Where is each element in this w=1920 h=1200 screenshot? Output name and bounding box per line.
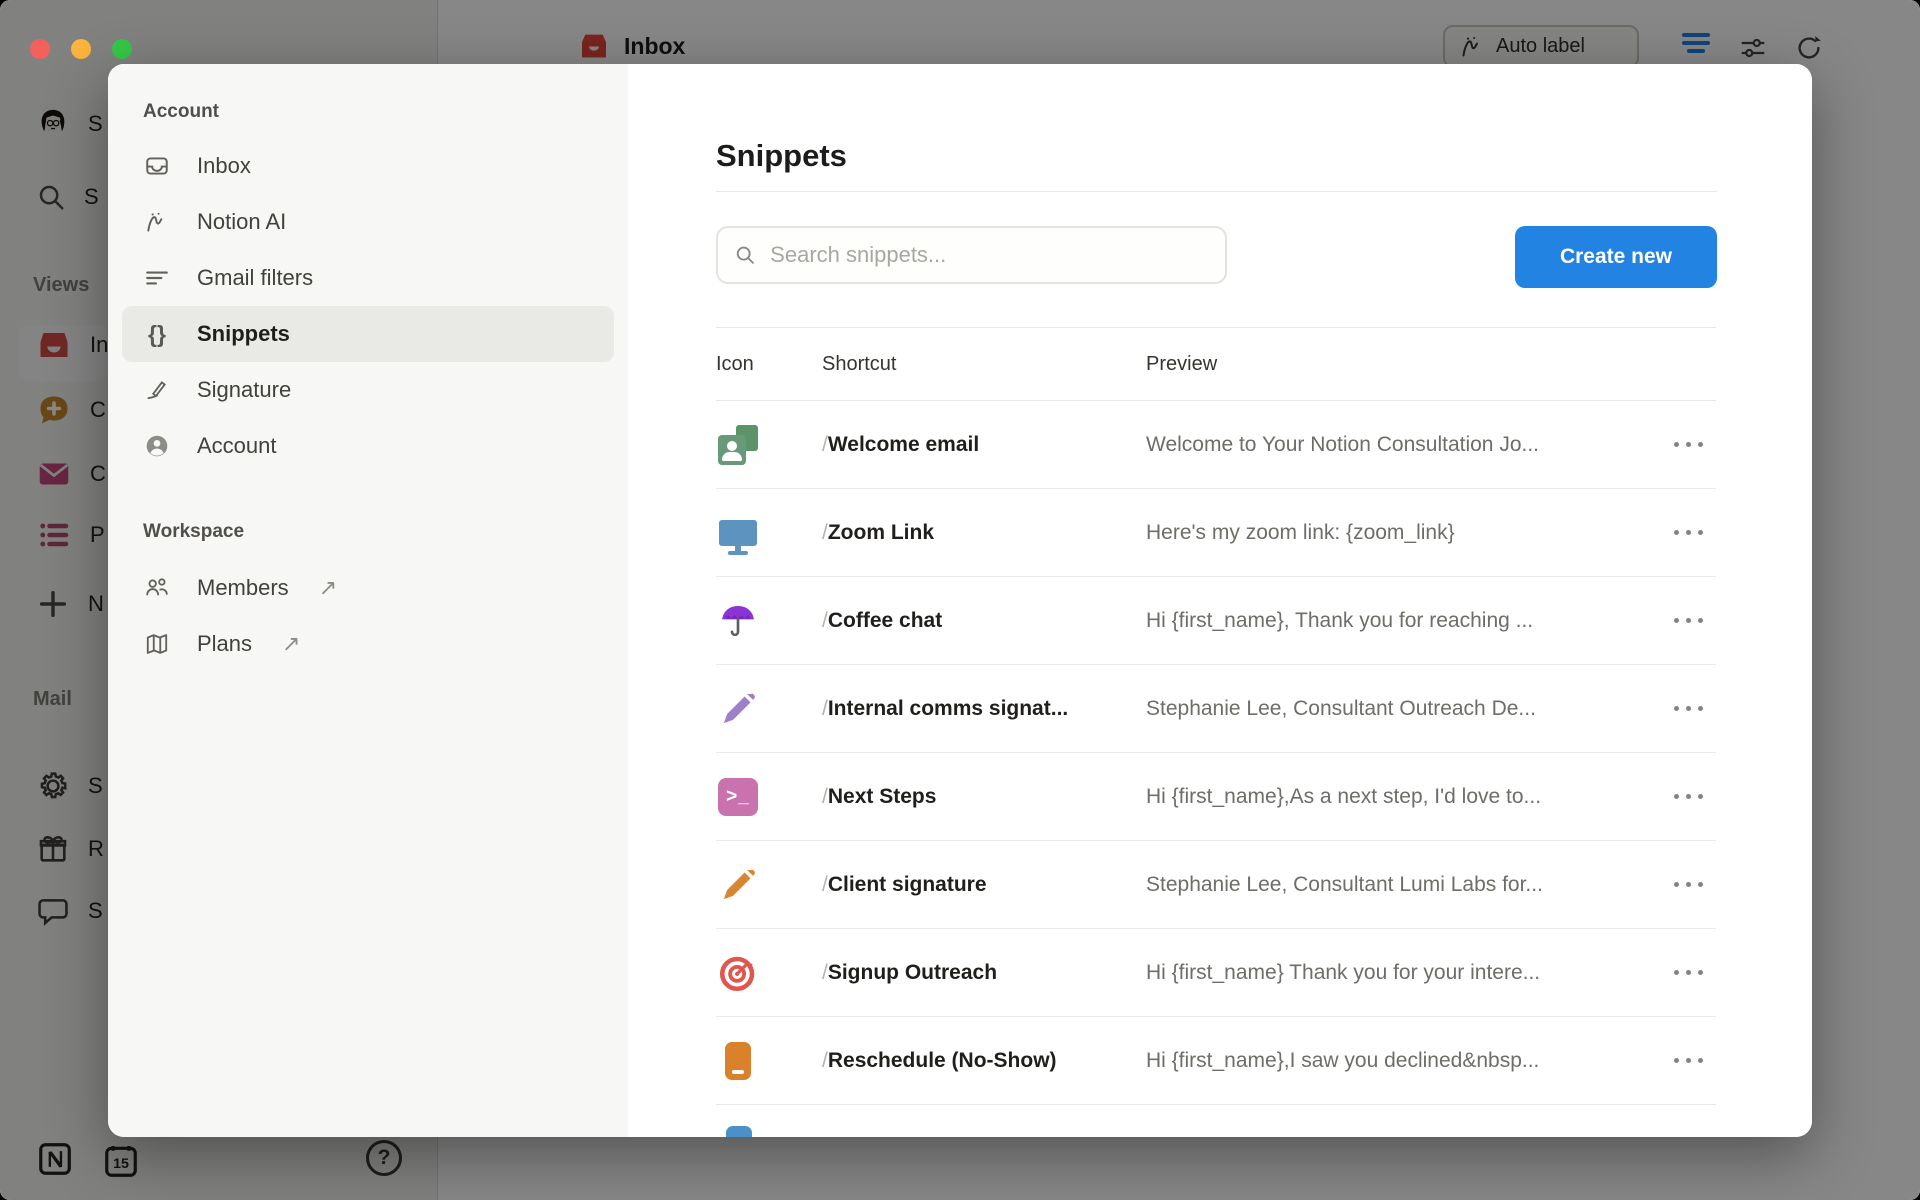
umbrella-icon <box>716 599 760 643</box>
page-title: Snippets <box>716 138 847 174</box>
more-options-button[interactable] <box>1660 882 1716 887</box>
snippet-search[interactable] <box>716 226 1227 284</box>
search-icon <box>734 243 756 267</box>
external-link-icon: ↗ <box>319 575 337 601</box>
journal-icon <box>716 1039 760 1083</box>
nav-item-snippets[interactable]: {} Snippets <box>122 306 614 362</box>
more-options-button[interactable] <box>1660 442 1716 447</box>
create-new-button[interactable]: Create new <box>1515 226 1717 288</box>
divider <box>716 191 1717 192</box>
table-row[interactable]: /Welcome email Welcome to Your Notion Co… <box>716 401 1716 489</box>
snippets-table: Icon Shortcut Preview /Welcome email Wel… <box>716 327 1716 1105</box>
signature-icon <box>143 376 171 404</box>
screen: S S Views In C C P N Mail <box>0 0 1920 1200</box>
nav-item-inbox[interactable]: Inbox <box>122 138 614 194</box>
external-link-icon: ↗ <box>282 631 300 657</box>
purple-pen-icon <box>716 687 760 731</box>
map-icon <box>143 630 171 658</box>
search-input[interactable] <box>770 242 1209 268</box>
nav-section-account: Account <box>122 94 614 130</box>
nav-item-account[interactable]: Account <box>122 418 614 474</box>
table-row[interactable]: /Coffee chat Hi {first_name}, Thank you … <box>716 577 1716 665</box>
nav-section-workspace: Workspace <box>122 514 614 550</box>
settings-content: Snippets Create new Icon Shortcut Previe… <box>628 64 1812 1137</box>
table-row[interactable]: /Client signature Stephanie Lee, Consult… <box>716 841 1716 929</box>
settings-modal: Account Inbox Notion AI Gmail filters {}… <box>108 64 1812 1137</box>
terminal-icon: >_ <box>716 775 760 819</box>
close-button[interactable] <box>30 39 50 59</box>
zoom-button[interactable] <box>112 39 132 59</box>
monitor-icon <box>716 511 760 555</box>
orange-pencil-icon <box>716 863 760 907</box>
nav-item-signature[interactable]: Signature <box>122 362 614 418</box>
column-preview: Preview <box>1146 353 1660 376</box>
notion-ai-icon <box>143 208 171 236</box>
person-icon <box>143 432 171 460</box>
more-options-button[interactable] <box>1660 530 1716 535</box>
table-header: Icon Shortcut Preview <box>716 327 1716 401</box>
nav-item-gmail-filters[interactable]: Gmail filters <box>122 250 614 306</box>
table-row[interactable]: /Zoom Link Here's my zoom link: {zoom_li… <box>716 489 1716 577</box>
target-icon <box>716 951 760 995</box>
members-icon <box>143 574 171 602</box>
nav-item-plans[interactable]: Plans ↗ <box>122 616 614 672</box>
column-shortcut: Shortcut <box>822 353 1146 376</box>
more-options-button[interactable] <box>1660 618 1716 623</box>
table-row[interactable]: /Signup Outreach Hi {first_name} Thank y… <box>716 929 1716 1017</box>
settings-nav: Account Inbox Notion AI Gmail filters {}… <box>108 64 628 1137</box>
table-row[interactable]: /Reschedule (No-Show) Hi {first_name},I … <box>716 1017 1716 1105</box>
table-row[interactable]: >_ /Next Steps Hi {first_name},As a next… <box>716 753 1716 841</box>
table-row[interactable]: /Internal comms signat... Stephanie Lee,… <box>716 665 1716 753</box>
nav-item-notion-ai[interactable]: Notion AI <box>122 194 614 250</box>
braces-icon: {} <box>143 320 171 348</box>
minimize-button[interactable] <box>71 39 91 59</box>
partial-next-row-icon <box>726 1126 752 1137</box>
more-options-button[interactable] <box>1660 1058 1716 1063</box>
inbox-icon <box>143 152 171 180</box>
more-options-button[interactable] <box>1660 794 1716 799</box>
more-options-button[interactable] <box>1660 706 1716 711</box>
more-options-button[interactable] <box>1660 970 1716 975</box>
nav-item-members[interactable]: Members ↗ <box>122 560 614 616</box>
column-icon: Icon <box>716 353 822 376</box>
filter-lines-icon <box>143 264 171 292</box>
contact-card-icon <box>716 423 760 467</box>
